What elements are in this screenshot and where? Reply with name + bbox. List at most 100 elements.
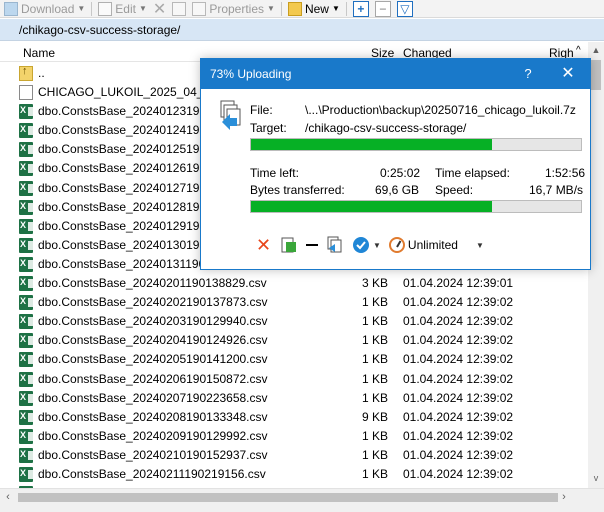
file-progress-bar [250, 138, 582, 151]
csv-file-icon [19, 161, 33, 177]
file-name: dbo.ConstsBase_20240203190129940.csv [38, 314, 268, 329]
scroll-left-icon[interactable]: ‹ [0, 489, 16, 505]
new-button[interactable]: New ▼ [287, 1, 340, 16]
new-label: New [304, 1, 329, 16]
rename-button[interactable] [172, 1, 187, 16]
csv-file-icon [19, 123, 33, 139]
file-name: dbo.ConstsBase_2024012619012 [38, 161, 220, 176]
table-row[interactable]: dbo.ConstsBase_20240202190137873.csv 1 KB… [0, 293, 588, 312]
toolbar-separator [280, 1, 282, 16]
parent-folder-icon [19, 65, 33, 81]
table-row[interactable]: dbo.ConstsBase_20240209190129992.csv 1 KB… [0, 427, 588, 446]
edit-button[interactable]: Edit ▼ [98, 1, 147, 16]
scroll-thumb[interactable] [18, 493, 558, 502]
chevron-down-icon[interactable]: ▼ [373, 241, 381, 250]
transfer-icon [220, 100, 241, 130]
target-value: /chikago-csv-success-storage/ [305, 121, 467, 135]
file-name: dbo.ConstsBase_2024012519020 [38, 142, 220, 157]
scroll-up-icon[interactable]: ▲ [588, 42, 604, 58]
properties-label: Properties [209, 1, 265, 16]
chevron-down-icon[interactable]: ▼ [476, 241, 484, 250]
csv-file-icon [19, 314, 33, 330]
csv-file-icon [19, 466, 33, 482]
cancel-icon[interactable]: ✕ [256, 236, 272, 254]
on-completion-icon[interactable]: ▼ [352, 236, 381, 254]
background-icon[interactable] [280, 236, 298, 254]
horizontal-scrollbar[interactable]: ‹ › [0, 488, 604, 505]
download-icon [4, 1, 18, 16]
total-progress-bar [250, 200, 582, 213]
csv-file-icon [19, 180, 33, 196]
speed-limit-dropdown[interactable]: Unlimited ▼ [388, 236, 484, 254]
time-left-value: 0:25:02 [380, 166, 421, 180]
table-row[interactable]: dbo.ConstsBase_20240208190133348.csv 9 KB… [0, 408, 588, 427]
file-changed: 01.04.2024 12:39:02 [403, 352, 514, 367]
chevron-down-icon[interactable]: ▼ [332, 4, 340, 13]
file-changed: 01.04.2024 12:39:02 [403, 295, 514, 310]
file-value: \...\Production\backup\20250716_chicago_… [305, 103, 576, 117]
toolbar-separator [91, 1, 93, 16]
scroll-thumb[interactable] [591, 60, 601, 90]
file-changed: 01.04.2024 12:39:02 [403, 447, 514, 462]
csv-file-icon [19, 256, 33, 272]
csv-file-icon [19, 199, 33, 215]
dialog-titlebar[interactable]: 73% Uploading ? ✕ [201, 59, 590, 89]
scroll-down-icon[interactable]: v [588, 470, 604, 486]
chevron-up-icon[interactable]: ^ [576, 45, 581, 56]
download-button[interactable]: Download ▼ [4, 1, 85, 16]
file-name: dbo.ConstsBase_20240208190133348.csv [38, 409, 268, 424]
table-row[interactable]: dbo.ConstsBase_20240210190152937.csv 1 KB… [0, 446, 588, 465]
filter-icon[interactable]: ▽ [396, 0, 413, 17]
minus-icon[interactable]: − [374, 0, 391, 17]
file-name: dbo.ConstsBase_20240209190129992.csv [38, 428, 268, 443]
csv-file-icon [19, 333, 33, 349]
total-progress-fill [251, 201, 492, 212]
target-label: Target: [250, 121, 287, 135]
chevron-down-icon[interactable]: ▼ [267, 4, 275, 13]
close-button[interactable]: ✕ [559, 63, 577, 83]
properties-button[interactable]: Properties ▼ [192, 1, 275, 16]
edit-label: Edit [115, 1, 136, 16]
file-changed: 01.04.2024 12:39:02 [403, 466, 514, 481]
table-row[interactable]: dbo.ConstsBase_20240204190124926.csv 1 KB… [0, 331, 588, 350]
chevron-down-icon[interactable]: ▼ [139, 4, 147, 13]
table-row[interactable]: dbo.ConstsBase_20240206190150872.csv 1 KB… [0, 370, 588, 389]
dialog-title: 73% Uploading [210, 67, 292, 81]
delete-button[interactable]: ✕ [153, 0, 166, 18]
status-strip [0, 505, 604, 512]
dialog-actions: ✕ ▼ Unlimited ▼ [256, 235, 484, 255]
column-name[interactable]: Name [23, 46, 55, 60]
delete-icon: ✕ [152, 0, 167, 18]
toolbar-separator [345, 1, 347, 16]
file-name: .. [38, 66, 45, 80]
file-size: 1 KB [361, 390, 388, 405]
file-name: dbo.ConstsBase_2024013119014 [38, 256, 219, 271]
table-row[interactable]: dbo.ConstsBase_20240211190219156.csv 1 KB… [0, 465, 588, 484]
table-row[interactable]: dbo.ConstsBase_20240207190223658.csv 1 KB… [0, 389, 588, 408]
file-size: 3 KB [361, 276, 388, 291]
minimize-icon[interactable] [306, 236, 318, 254]
path-bar[interactable]: /chikago-csv-success-storage/ [0, 19, 604, 41]
file-changed: 01.04.2024 12:39:02 [403, 390, 514, 405]
scroll-right-icon[interactable]: › [556, 489, 572, 505]
bytes-value: 69,6 GB [375, 183, 420, 197]
file-changed: 01.04.2024 12:39:02 [403, 409, 514, 424]
table-row[interactable]: dbo.ConstsBase_20240205190141200.csv 1 KB… [0, 350, 588, 369]
file-changed: 01.04.2024 12:39:01 [403, 276, 514, 291]
queue-icon[interactable] [326, 236, 344, 254]
file-name: dbo.ConstsBase_20240205190141200.csv [38, 352, 268, 367]
csv-file-icon [19, 409, 33, 425]
table-row[interactable]: dbo.ConstsBase_20240201190138829.csv 3 KB… [0, 274, 588, 293]
chevron-down-icon[interactable]: ▼ [77, 4, 85, 13]
time-left-label: Time left: [250, 166, 299, 180]
plus-icon[interactable]: + [352, 0, 369, 17]
help-button[interactable]: ? [521, 66, 535, 81]
current-path: /chikago-csv-success-storage/ [19, 23, 181, 37]
csv-file-icon [19, 352, 33, 368]
table-row[interactable]: dbo.ConstsBase_20240203190129940.csv 1 KB… [0, 312, 588, 331]
file-changed: 01.04.2024 12:39:02 [403, 333, 514, 348]
properties-icon [192, 1, 207, 16]
file-label: File: [250, 103, 273, 117]
edit-icon [98, 1, 113, 16]
bytes-label: Bytes transferred: [250, 183, 345, 197]
